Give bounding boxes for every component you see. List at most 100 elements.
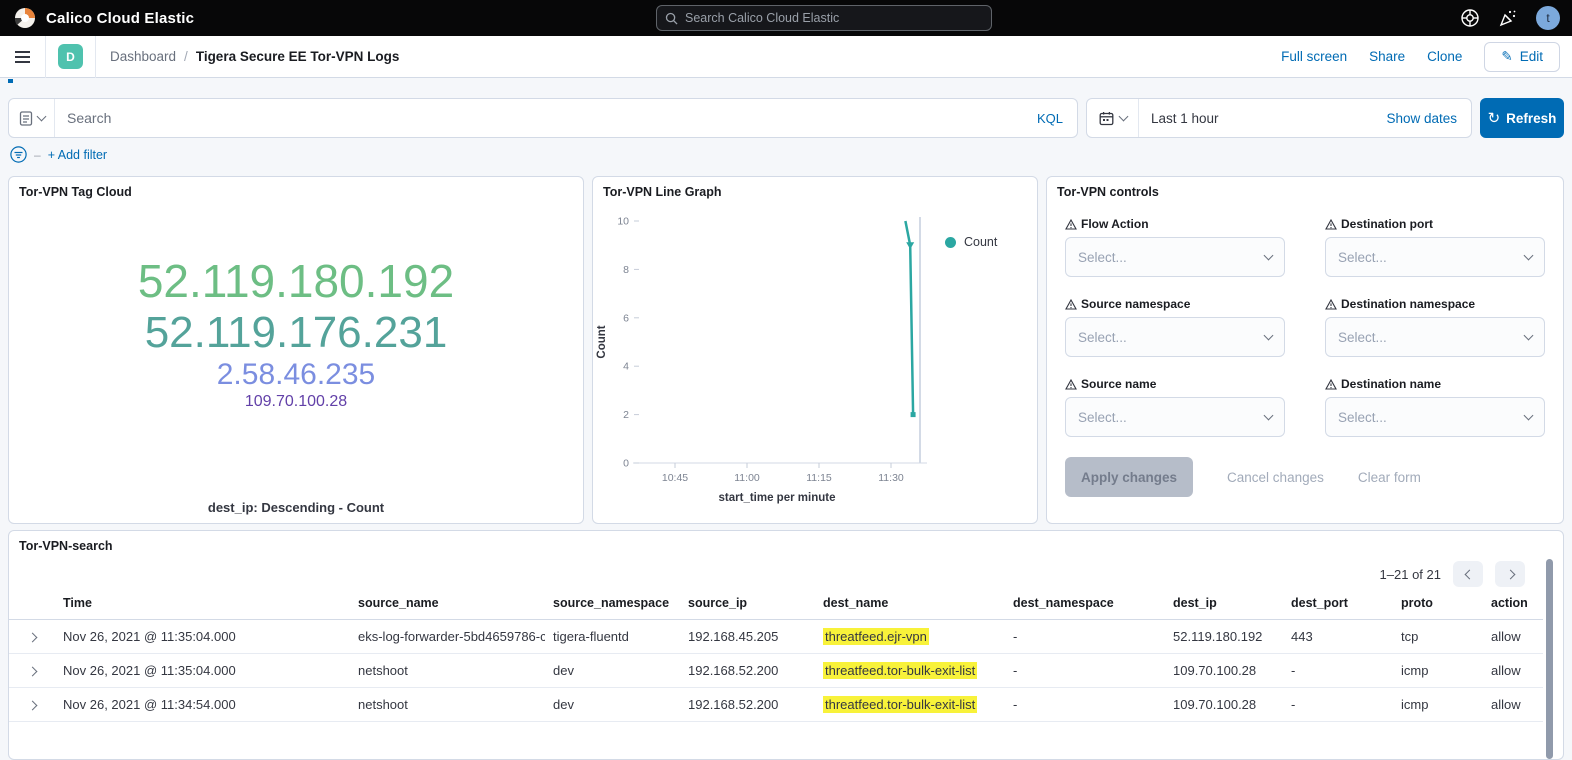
highlighted-dest-name: threatfeed.tor-bulk-exit-list	[823, 662, 977, 679]
edit-button[interactable]: ✎ Edit	[1484, 42, 1560, 72]
calendar-menu-button[interactable]	[1087, 99, 1139, 137]
svg-text:11:15: 11:15	[806, 472, 832, 484]
top-app-bar: Calico Cloud Elastic t	[0, 0, 1572, 36]
clear-form-button[interactable]: Clear form	[1358, 470, 1421, 485]
clone-link[interactable]: Clone	[1427, 49, 1462, 64]
line-chart: 024681010:4511:0011:1511:30Countstart_ti…	[593, 207, 1037, 514]
svg-text:6: 6	[623, 312, 629, 324]
filter-dash: –	[34, 148, 41, 162]
add-filter-link[interactable]: + Add filter	[48, 148, 107, 162]
chevron-right-icon	[1505, 569, 1515, 579]
pagination: 1–21 of 21	[1380, 561, 1525, 587]
page-title: Tigera Secure EE Tor-VPN Logs	[196, 49, 400, 64]
filter-menu-icon[interactable]	[10, 146, 27, 163]
svg-text:4: 4	[623, 361, 629, 373]
search-table-panel: Tor-VPN-search 1–21 of 21 Time source_na…	[8, 530, 1564, 760]
pencil-icon: ✎	[1501, 49, 1512, 65]
expand-row-icon[interactable]	[27, 701, 37, 711]
app-title: Calico Cloud Elastic	[46, 10, 194, 27]
query-bar: KQL Last 1 hour Show dates ↻ Refresh	[8, 98, 1564, 138]
highlighted-dest-name: threatfeed.tor-bulk-exit-list	[823, 696, 977, 713]
control-destination-namespace: Destination namespace Select...	[1325, 297, 1545, 357]
saved-query-menu-button[interactable]	[9, 99, 55, 137]
tag-cloud-term[interactable]: 52.119.180.192	[138, 255, 454, 308]
svg-text:10:45: 10:45	[662, 472, 688, 484]
destination-name-select[interactable]: Select...	[1325, 397, 1545, 437]
global-search-input[interactable]	[685, 11, 983, 25]
tag-cloud-term[interactable]: 52.119.176.231	[145, 308, 448, 359]
legend-series-label[interactable]: Count	[964, 235, 997, 249]
line-graph-panel-title: Tor-VPN Line Graph	[593, 177, 1037, 207]
control-destination-port: Destination port Select...	[1325, 217, 1545, 277]
col-time: Time	[55, 587, 350, 620]
dashboard-badge[interactable]: D	[58, 44, 83, 69]
breadcrumb-dashboard[interactable]: Dashboard	[110, 49, 176, 64]
svg-text:start_time per minute: start_time per minute	[719, 492, 836, 504]
menu-hamburger-icon[interactable]	[0, 36, 46, 78]
controls-actions: Apply changes Cancel changes Clear form	[1047, 437, 1563, 517]
chevron-down-icon	[1264, 251, 1274, 261]
whats-new-party-icon[interactable]	[1498, 8, 1518, 28]
control-label: Destination name	[1341, 377, 1441, 391]
cancel-changes-button[interactable]: Cancel changes	[1227, 470, 1324, 485]
highlighted-dest-name: threatfeed.ejr-vpn	[823, 628, 929, 645]
refresh-button[interactable]: ↻ Refresh	[1480, 98, 1564, 138]
share-link[interactable]: Share	[1369, 49, 1405, 64]
tag-cloud-term[interactable]: 2.58.46.235	[217, 358, 375, 393]
control-label: Source name	[1081, 377, 1156, 391]
breadcrumb: Dashboard / Tigera Secure EE Tor-VPN Log…	[95, 36, 399, 78]
expand-row-icon[interactable]	[27, 667, 37, 677]
apply-changes-button[interactable]: Apply changes	[1065, 457, 1193, 497]
loading-indicator	[8, 79, 13, 83]
chevron-down-icon	[36, 112, 46, 122]
destination-namespace-select[interactable]: Select...	[1325, 317, 1545, 357]
time-range-value[interactable]: Last 1 hour	[1139, 111, 1386, 126]
control-label: Source namespace	[1081, 297, 1190, 311]
legend-series-dot	[945, 237, 956, 248]
vertical-scrollbar[interactable]	[1546, 559, 1553, 759]
user-avatar[interactable]: t	[1536, 6, 1560, 30]
chevron-down-icon	[1264, 411, 1274, 421]
svg-text:10: 10	[617, 216, 629, 228]
warning-icon	[1065, 379, 1077, 390]
chevron-down-icon	[1118, 112, 1128, 122]
breadcrumb-separator: /	[184, 49, 188, 64]
col-action: action	[1483, 587, 1543, 620]
control-label: Destination namespace	[1341, 297, 1475, 311]
svg-text:11:30: 11:30	[878, 472, 904, 484]
source-name-select[interactable]: Select...	[1065, 397, 1285, 437]
control-label: Flow Action	[1081, 217, 1149, 231]
warning-icon	[1325, 379, 1337, 390]
col-proto: proto	[1393, 587, 1483, 620]
breadcrumb-bar: D Dashboard / Tigera Secure EE Tor-VPN L…	[0, 36, 1572, 78]
warning-icon	[1065, 219, 1077, 230]
chevron-down-icon	[1524, 251, 1534, 261]
control-source-name: Source name Select...	[1065, 377, 1285, 437]
full-screen-link[interactable]: Full screen	[1281, 49, 1347, 64]
controls-panel-title: Tor-VPN controls	[1047, 177, 1563, 207]
svg-text:Count: Count	[596, 325, 608, 358]
chart-legend: Count	[945, 235, 997, 249]
tag-cloud: 52.119.180.192 52.119.176.231 2.58.46.23…	[9, 255, 583, 411]
line-graph-panel: Tor-VPN Line Graph 024681010:4511:0011:1…	[592, 176, 1038, 524]
source-namespace-select[interactable]: Select...	[1065, 317, 1285, 357]
pagination-label: 1–21 of 21	[1380, 567, 1441, 582]
col-source-namespace: source_namespace	[545, 587, 680, 620]
query-search-input[interactable]	[55, 110, 1023, 126]
search-icon	[665, 12, 678, 25]
control-label: Destination port	[1341, 217, 1433, 231]
refresh-icon: ↻	[1488, 109, 1501, 127]
table-header-row: Time source_name source_namespace source…	[9, 587, 1543, 620]
flow-action-select[interactable]: Select...	[1065, 237, 1285, 277]
table-row: Nov 26, 2021 @ 11:35:04.000 netshoot dev…	[9, 654, 1543, 688]
table-row: Nov 26, 2021 @ 11:35:04.000 eks-log-forw…	[9, 620, 1543, 654]
global-search[interactable]	[656, 5, 992, 31]
destination-port-select[interactable]: Select...	[1325, 237, 1545, 277]
previous-page-button[interactable]	[1453, 561, 1483, 587]
help-lifebuoy-icon[interactable]	[1460, 8, 1480, 28]
expand-row-icon[interactable]	[27, 633, 37, 643]
tag-cloud-term[interactable]: 109.70.100.28	[245, 393, 347, 411]
next-page-button[interactable]	[1495, 561, 1525, 587]
show-dates-link[interactable]: Show dates	[1386, 111, 1471, 126]
kql-language-button[interactable]: KQL	[1023, 111, 1077, 126]
